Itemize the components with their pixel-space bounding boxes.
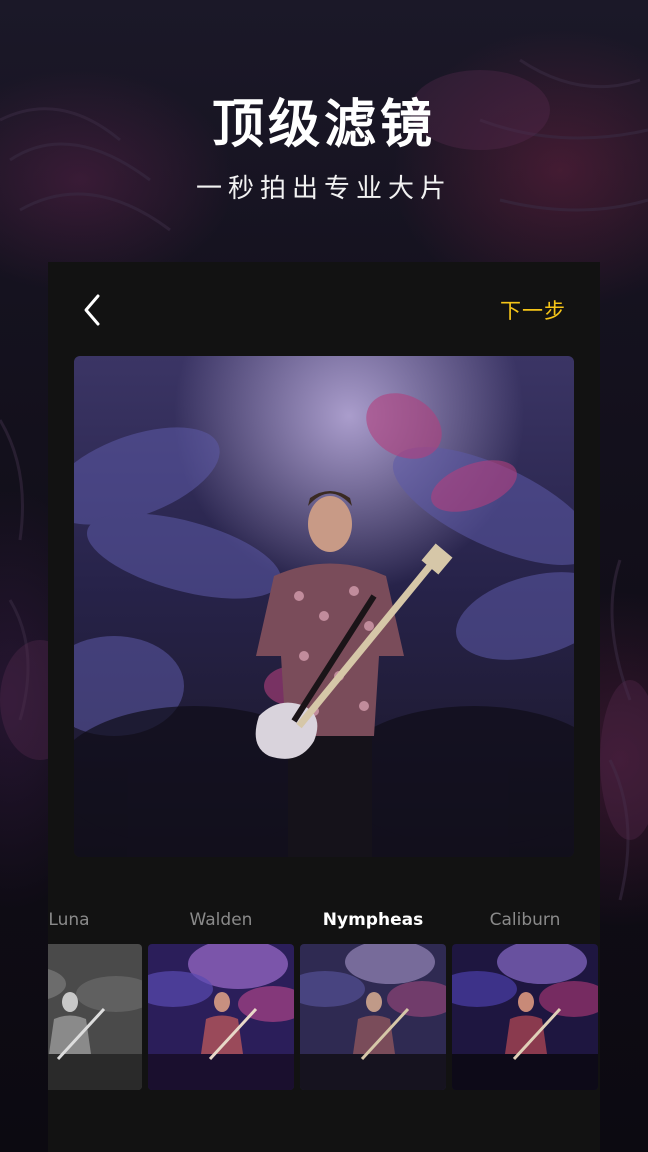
hero-title: 顶级滤镜 (211, 95, 436, 155)
next-step-button[interactable]: 下一步 (500, 295, 566, 325)
filter-thumb-caliburn[interactable] (452, 944, 598, 1090)
filter-name-walden[interactable]: Walden (148, 910, 294, 930)
filter-name-nympheas[interactable]: Nympheas (300, 910, 446, 930)
back-button[interactable] (74, 290, 114, 330)
filter-thumb-walden[interactable] (148, 944, 294, 1090)
filter-name-strip: Luna Walden Nympheas Caliburn (48, 910, 600, 940)
filter-name-luna[interactable]: Luna (48, 910, 142, 930)
hero-subtitle: 一秒拍出专业大片 (195, 174, 452, 204)
filter-name-caliburn[interactable]: Caliburn (452, 910, 598, 930)
filter-thumb-nympheas[interactable] (300, 944, 446, 1090)
photo-preview (74, 356, 574, 857)
filter-editor-panel: 下一步 Luna Walden Nympheas Caliburn (48, 262, 600, 1152)
filter-thumbnail-strip (48, 944, 600, 1090)
filter-thumb-luna[interactable] (48, 944, 142, 1090)
filter-promo-screen: 顶级滤镜 一秒拍出专业大片 下一步 Luna Walden Nympheas C… (0, 0, 648, 1152)
chevron-left-icon (84, 294, 100, 326)
